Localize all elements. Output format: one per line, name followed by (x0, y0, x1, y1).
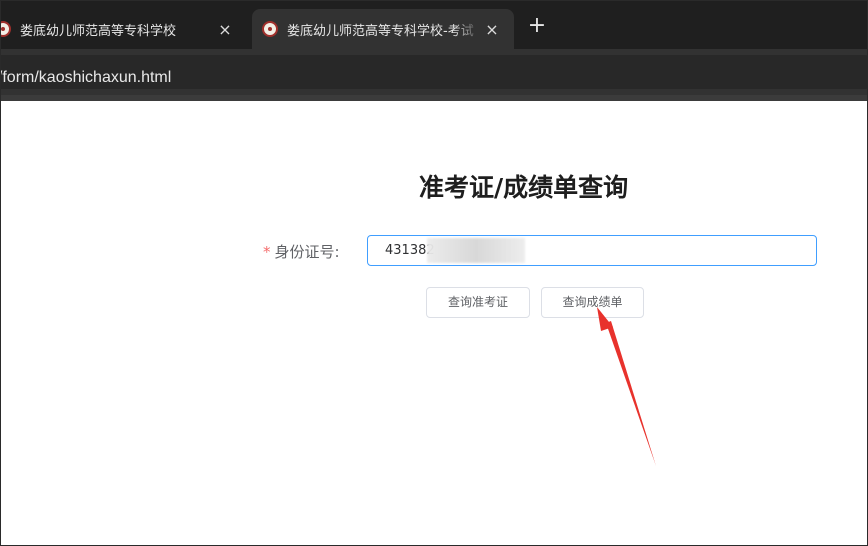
new-tab-button[interactable]: + (526, 13, 548, 39)
tab-strip: 娄底幼儿师范高等专科学校 × 娄底幼儿师范高等专科学校-考试 × + (1, 1, 867, 49)
close-icon[interactable]: × (215, 20, 235, 39)
tab-inactive[interactable]: 娄底幼儿师范高等专科学校 × (1, 9, 247, 49)
query-admit-card-button[interactable]: 查询准考证 (426, 287, 530, 318)
arrow-shaft (606, 321, 656, 466)
tab-title: 娄底幼儿师范高等专科学校 (20, 23, 177, 39)
url-text: cn/form/kaoshichaxun.html (0, 69, 172, 86)
query-score-report-button[interactable]: 查询成绩单 (541, 287, 644, 318)
id-number-label: * 身份证号: (263, 241, 340, 262)
browser-window: 娄底幼儿师范高等专科学校 × 娄底幼儿师范高等专科学校-考试 × + cn/fo… (0, 0, 868, 546)
tab-active[interactable]: 娄底幼儿师范高等专科学校-考试 × (252, 9, 514, 49)
page-content: 准考证/成绩单查询 *身份证号: 查询准考证 查询成绩单 (1, 101, 867, 545)
redaction-blur (427, 238, 525, 263)
browser-toolbar: cn/form/kaoshichaxun.html (1, 49, 867, 95)
page-title: 准考证/成绩单查询 (419, 173, 629, 202)
school-logo-icon (1, 21, 11, 37)
school-logo-icon (262, 21, 278, 37)
address-bar[interactable]: cn/form/kaoshichaxun.html (0, 55, 867, 89)
required-mark: * (263, 243, 271, 261)
id-label-text: 身份证号: (274, 243, 340, 261)
tab-title: 娄底幼儿师范高等专科学校-考试 (287, 23, 474, 39)
close-icon[interactable]: × (482, 20, 502, 39)
